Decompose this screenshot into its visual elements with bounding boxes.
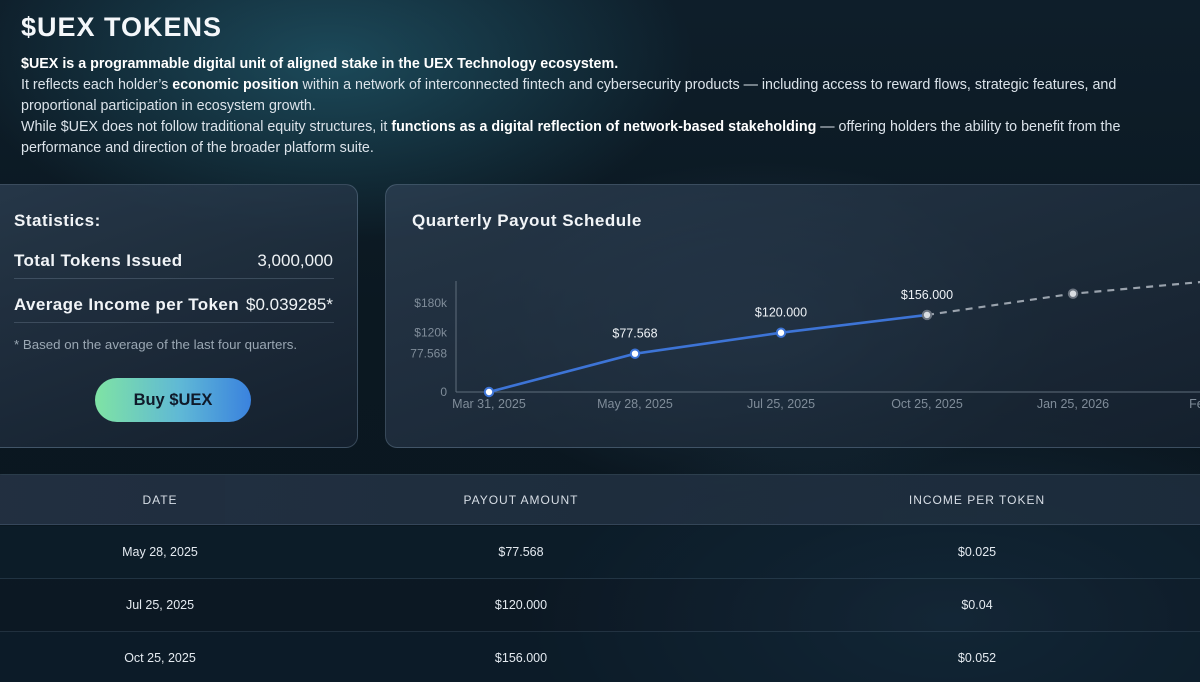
x-tick-label: Feb 28, 20	[1189, 397, 1200, 411]
data-point	[775, 327, 787, 338]
y-tick-label: 77.568	[410, 347, 447, 361]
statistics-card: Statistics: Total Tokens Issued 3,000,00…	[0, 184, 358, 448]
x-tick-label: Mar 31, 2025	[452, 397, 526, 411]
data-label: $156.000	[901, 288, 953, 302]
intro-paragraph-2: It reflects each holder’s economic posit…	[21, 77, 1117, 114]
cell-date: May 28, 2025	[122, 545, 198, 559]
cell-payout: $77.568	[498, 545, 544, 559]
data-label: $77.568	[612, 327, 657, 341]
x-tick-label: Jul 25, 2025	[747, 397, 815, 411]
cell-income: $0.052	[957, 651, 997, 665]
average-footnote: * Based on the average of the last four …	[14, 337, 298, 352]
cell-date: Jul 25, 2025	[125, 598, 195, 612]
average-income-label: Average Income per Token	[14, 295, 240, 314]
total-tokens-value: 3,000,000	[257, 251, 333, 270]
data-point	[629, 348, 641, 359]
statistics-title: Statistics:	[14, 211, 101, 230]
average-income-value: $0.039285*	[246, 295, 333, 314]
table-row: Oct 25, 2025 $156.000 $0.052	[0, 632, 1200, 682]
projection-line	[926, 280, 1200, 317]
total-tokens-label: Total Tokens Issued	[14, 251, 183, 270]
payout-line	[488, 313, 928, 394]
column-header-income: INCOME PER TOKEN	[908, 493, 1046, 507]
intro-text: $UEX is a programmable digital unit of a…	[21, 54, 1186, 159]
page-title: $UEX TOKENS	[21, 12, 223, 42]
total-tokens-row: Total Tokens Issued 3,000,000	[14, 249, 334, 279]
x-tick-label: Oct 25, 2025	[891, 397, 963, 411]
data-point	[921, 309, 933, 321]
table-row: Jul 25, 2025 $120.000 $0.04	[0, 579, 1200, 632]
table-row: May 28, 2025 $77.568 $0.025	[0, 526, 1200, 579]
average-income-row: Average Income per Token $0.039285*	[14, 293, 334, 323]
payout-chart-card: Quarterly Payout Schedule 0 77.568 $120k $1…	[385, 184, 1200, 448]
data-label: $120.000	[755, 306, 807, 320]
cell-payout: $120.000	[494, 598, 548, 612]
cell-income: $0.025	[957, 545, 997, 559]
x-tick-label: Jan 25, 2026	[1037, 397, 1109, 411]
column-header-payout: PAYOUT AMOUNT	[463, 493, 579, 507]
cell-date: Oct 25, 2025	[124, 651, 196, 665]
table-header: DATE PAYOUT AMOUNT INCOME PER TOKEN	[0, 475, 1200, 525]
data-point	[483, 386, 495, 398]
buy-uex-button[interactable]: Buy $UEX	[95, 378, 251, 422]
y-tick-label: 0	[440, 385, 447, 399]
payout-table: DATE PAYOUT AMOUNT INCOME PER TOKEN May …	[0, 474, 1200, 682]
payout-line-chart: 0 77.568 $120k $180k Mar 31, 2025 May 28, 202…	[410, 280, 1200, 411]
y-tick-label: $180k	[414, 296, 448, 310]
cell-income: $0.04	[961, 598, 993, 612]
intro-headline: $UEX is a programmable digital unit of a…	[21, 56, 619, 72]
y-tick-label: $120k	[414, 326, 448, 340]
cell-payout: $156.000	[494, 651, 548, 665]
column-header-date: DATE	[142, 493, 178, 507]
x-tick-label: May 28, 2025	[597, 397, 673, 411]
intro-paragraph-3: While $UEX does not follow traditional e…	[21, 119, 1121, 156]
projection-point	[1067, 288, 1079, 299]
